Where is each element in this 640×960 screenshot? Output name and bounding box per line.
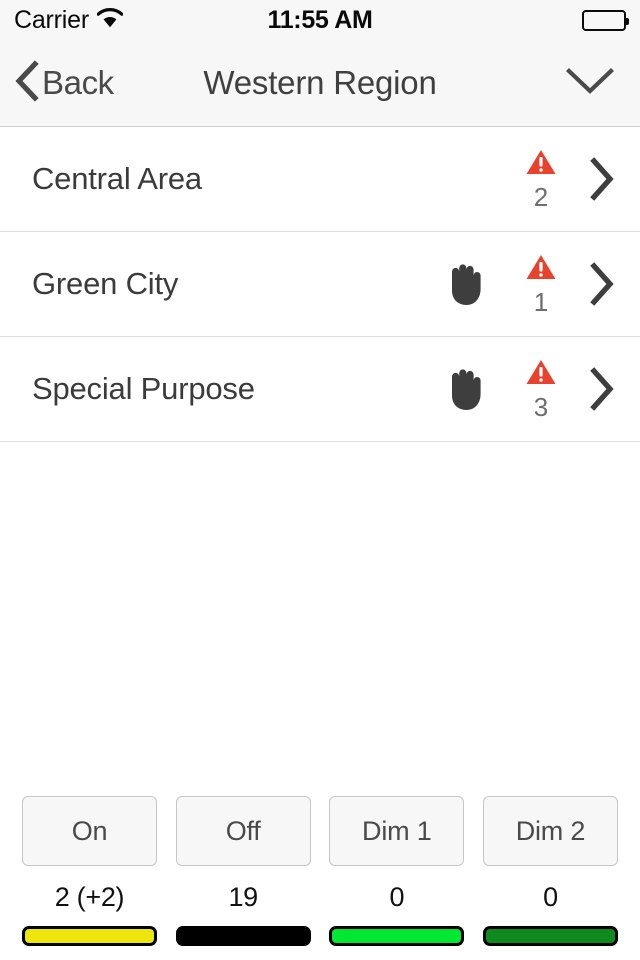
alert-indicator: 1: [518, 253, 564, 315]
off-button[interactable]: Off: [175, 796, 311, 866]
off-color-bar: [175, 926, 311, 946]
control-cell-dim-2: Dim 2 0: [482, 796, 618, 946]
warning-triangle-icon: [525, 148, 557, 181]
table-row[interactable]: Green City 1: [0, 232, 640, 337]
list-item-label: Green City: [32, 266, 179, 301]
raised-hand-icon: [438, 362, 492, 416]
alert-count: 1: [533, 287, 549, 317]
alert-count: 3: [533, 392, 549, 422]
chevron-right-icon[interactable]: [582, 261, 622, 307]
dropdown-button[interactable]: [566, 67, 640, 100]
alert-indicator: 3: [518, 358, 564, 420]
wifi-icon: [96, 7, 124, 33]
back-button[interactable]: Back: [0, 59, 114, 107]
region-list: Central Area 2 Green City 1 Special Purp…: [0, 127, 640, 442]
control-cell-dim-1: Dim 1 0: [329, 796, 465, 946]
off-count: 19: [228, 882, 258, 912]
on-count: 2 (+2): [54, 882, 125, 912]
alert-count: 2: [533, 182, 549, 212]
alert-indicator: 2: [518, 148, 564, 210]
control-cell-off: Off 19: [175, 796, 311, 946]
on-button[interactable]: On: [22, 796, 157, 866]
chevron-left-icon: [14, 59, 40, 107]
dim-2-count: 0: [543, 882, 558, 912]
dim-2-color-bar: [482, 926, 618, 946]
list-item-label: Central Area: [32, 161, 202, 196]
scene-control-bar: On 2 (+2) Off 19 Dim 1 0 Dim 2 0: [0, 796, 640, 946]
table-row[interactable]: Special Purpose 3: [0, 337, 640, 442]
dim-1-count: 0: [389, 882, 405, 912]
status-bar-right: [582, 9, 629, 31]
warning-triangle-icon: [525, 358, 557, 391]
carrier-label: Carrier: [14, 5, 89, 34]
dim-1-button[interactable]: Dim 1: [329, 796, 465, 866]
chevron-right-icon[interactable]: [582, 366, 622, 412]
dim-1-color-bar: [329, 926, 465, 946]
chevron-down-icon: [566, 67, 614, 100]
back-button-label: Back: [42, 64, 114, 101]
navigation-bar: Back Western Region: [0, 40, 640, 127]
status-bar-left: Carrier: [14, 5, 124, 35]
on-color-bar: [22, 926, 157, 946]
battery-full-icon: [582, 9, 629, 31]
status-bar: Carrier 11:55 AM: [0, 0, 640, 40]
raised-hand-icon: [438, 257, 492, 311]
table-row[interactable]: Central Area 2: [0, 127, 640, 232]
warning-triangle-icon: [525, 253, 557, 286]
control-cell-on: On 2 (+2): [22, 796, 157, 946]
app-root: Carrier 11:55 AM Back Western Region Cen…: [0, 0, 640, 960]
chevron-right-icon[interactable]: [582, 156, 622, 202]
dim-2-button[interactable]: Dim 2: [482, 796, 618, 866]
list-item-label: Special Purpose: [32, 371, 255, 406]
